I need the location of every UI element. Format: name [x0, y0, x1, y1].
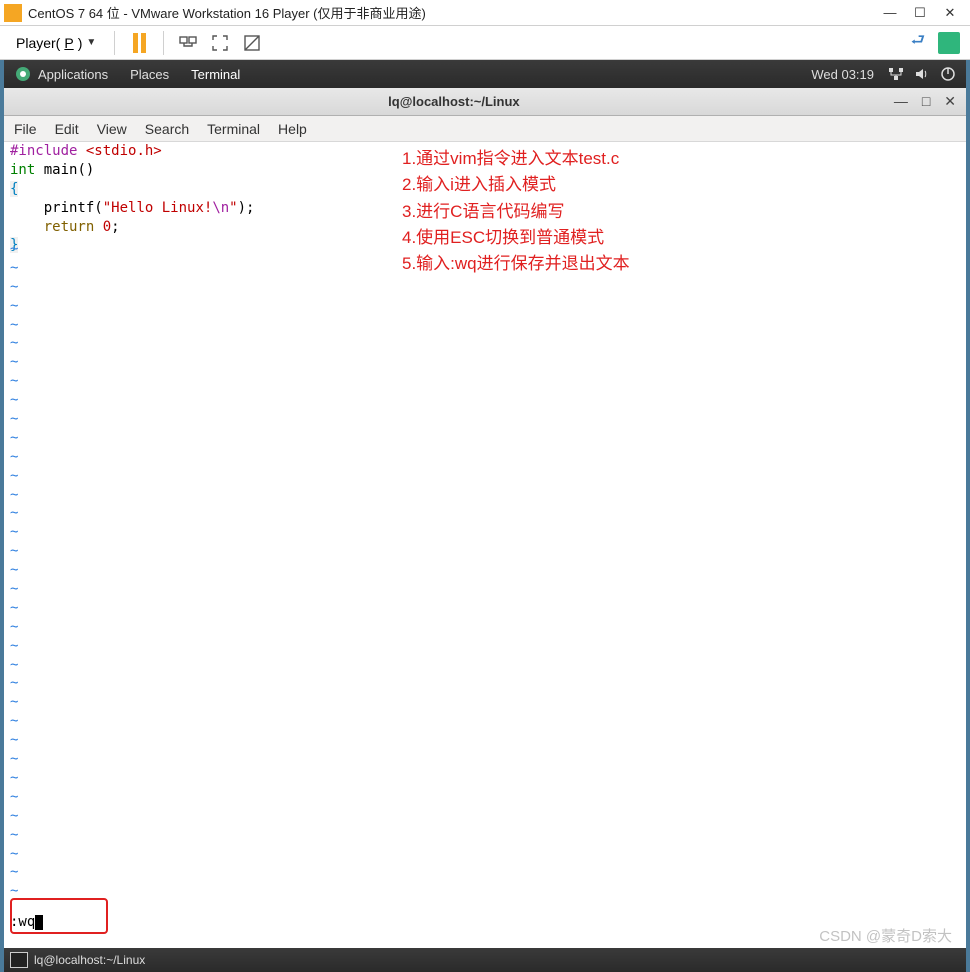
terminal-maximize-button[interactable]: □ [922, 93, 930, 110]
menu-view[interactable]: View [97, 121, 127, 137]
vmware-logo-icon [4, 4, 22, 22]
cursor-icon [35, 915, 43, 930]
player-label-post: ) [78, 35, 83, 51]
guest-desktop: lq@localhost:~/Linux — □ ✕ File Edit Vie… [0, 88, 970, 948]
applications-menu[interactable]: Applications [38, 67, 108, 82]
close-button[interactable]: ✕ [944, 7, 956, 19]
gnome-topbar: Applications Places Terminal Wed 03:19 [0, 60, 970, 88]
menu-help[interactable]: Help [278, 121, 307, 137]
terminal-titlebar: lq@localhost:~/Linux — □ ✕ [4, 88, 966, 116]
menu-file[interactable]: File [14, 121, 37, 137]
code-header: <stdio.h> [86, 143, 162, 159]
vim-tilde-column: ~ ~ ~ ~ ~ ~ ~ ~ ~ ~ ~ ~ ~ ~ ~ ~ ~ ~ ~ ~ … [10, 240, 18, 908]
places-menu[interactable]: Places [130, 67, 169, 82]
clock[interactable]: Wed 03:19 [811, 67, 874, 82]
code-semi: ; [111, 219, 119, 235]
code-indent [10, 200, 44, 216]
code-printf: printf( [44, 200, 103, 216]
maximize-button[interactable]: ☐ [914, 7, 926, 19]
code-zero: 0 [103, 219, 111, 235]
code-include: #include [10, 143, 77, 159]
vmware-window-title: CentOS 7 64 位 - VMware Workstation 16 Pl… [28, 3, 884, 22]
network-icon[interactable] [888, 66, 904, 82]
code-str-open: "Hello Linux! [103, 200, 213, 216]
code-type-int: int [10, 162, 35, 178]
annotation-line-2: 2.输入i进入插入模式 [402, 172, 630, 198]
notes-icon[interactable] [938, 32, 960, 54]
code-brace-open: { [10, 181, 18, 197]
activities-icon[interactable] [14, 65, 32, 83]
source-code: #include <stdio.h> int main() { printf("… [10, 142, 254, 255]
code-printf-end: ); [238, 200, 255, 216]
menu-terminal[interactable]: Terminal [207, 121, 260, 137]
pause-button[interactable] [127, 31, 151, 55]
terminal-minimize-button[interactable]: — [894, 93, 908, 110]
vim-command-text: :wq [10, 914, 35, 930]
menu-edit[interactable]: Edit [55, 121, 79, 137]
rewind-icon[interactable]: ⮐ [906, 31, 930, 55]
annotation-line-5: 5.输入:wq进行保存并退出文本 [402, 251, 630, 277]
annotation-line-4: 4.使用ESC切换到普通模式 [402, 225, 630, 251]
annotation-line-3: 3.进行C语言代码编写 [402, 199, 630, 225]
vim-editor[interactable]: #include <stdio.h> int main() { printf("… [4, 142, 966, 948]
toolbar-divider [114, 31, 115, 55]
terminal-app-menu[interactable]: Terminal [191, 67, 240, 82]
unity-mode-button[interactable] [240, 31, 264, 55]
chevron-down-icon: ▼ [86, 37, 96, 48]
menu-search[interactable]: Search [145, 121, 189, 137]
gnome-taskbar: lq@localhost:~/Linux [0, 948, 970, 972]
code-main: main() [35, 162, 94, 178]
code-str-close: " [229, 200, 237, 216]
vim-command-line[interactable]: :wq [10, 913, 43, 932]
toolbar-divider [163, 31, 164, 55]
fullscreen-button[interactable] [208, 31, 232, 55]
code-esc: \n [212, 200, 229, 216]
vmware-titlebar: CentOS 7 64 位 - VMware Workstation 16 Pl… [0, 0, 970, 26]
annotation-overlay: 1.通过vim指令进入文本test.c 2.输入i进入插入模式 3.进行C语言代… [402, 146, 630, 278]
send-ctrl-alt-del-button[interactable] [176, 31, 200, 55]
terminal-task-icon[interactable] [10, 952, 28, 968]
power-icon[interactable] [940, 66, 956, 82]
terminal-menubar: File Edit View Search Terminal Help [4, 116, 966, 142]
annotation-line-1: 1.通过vim指令进入文本test.c [402, 146, 630, 172]
player-label-key: P [64, 35, 73, 51]
player-label-pre: Player( [16, 35, 60, 51]
volume-icon[interactable] [914, 66, 930, 82]
terminal-title: lq@localhost:~/Linux [388, 94, 520, 109]
taskbar-label[interactable]: lq@localhost:~/Linux [34, 953, 145, 967]
terminal-close-button[interactable]: ✕ [944, 93, 956, 110]
vmware-toolbar: Player(P) ▼ ⮐ [0, 26, 970, 60]
code-return: return [44, 219, 95, 235]
minimize-button[interactable]: — [884, 7, 896, 19]
code-space [94, 219, 102, 235]
player-menu-button[interactable]: Player(P) ▼ [10, 31, 102, 55]
code-indent2 [10, 219, 44, 235]
